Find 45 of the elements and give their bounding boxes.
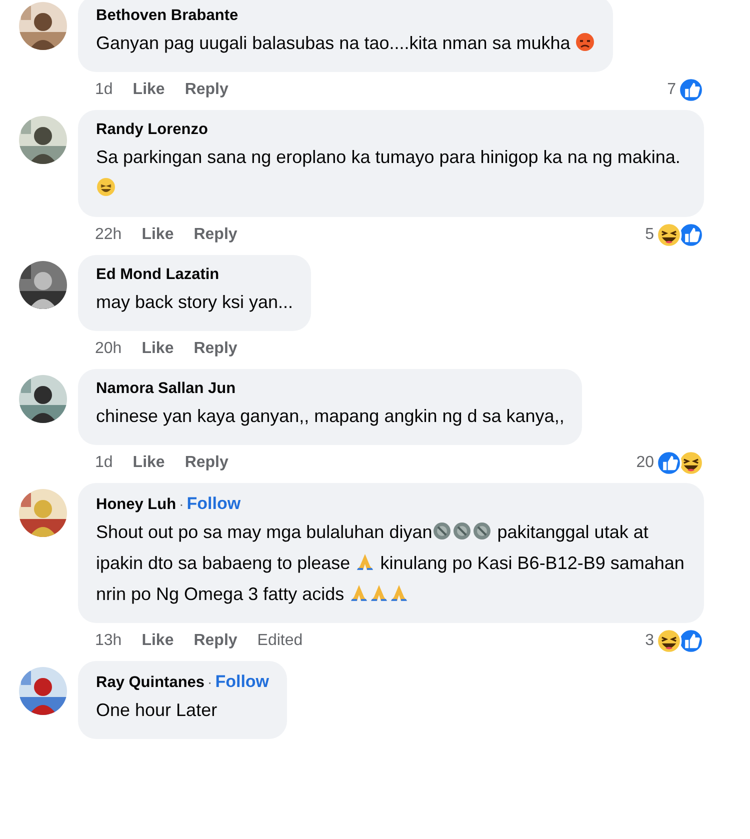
reply-link[interactable]: Reply xyxy=(184,454,228,472)
reply-link[interactable]: Reply xyxy=(194,340,238,358)
comment-text: Shout out po sa may mga bulaluhan diyan pakitanggal utak at ipakin dto sa babaeng to please kinulang po Kasi B6-B12-B9 samahan nrin po Ng Omega 3 fatty acids xyxy=(96,520,686,606)
angry-face-icon xyxy=(575,32,596,52)
thumbs-up-icon xyxy=(678,222,704,248)
author-name[interactable]: Namora Sallan Jun xyxy=(96,380,236,398)
timestamp[interactable]: 13h xyxy=(95,632,122,650)
reaction-count[interactable]: 7 xyxy=(667,80,676,98)
comment-text: Sa parkingan sana ng eroplano ka tumayo para hinigop ka na ng makina. xyxy=(96,142,686,204)
author-name[interactable]: Ray Quintanes xyxy=(96,674,205,692)
separator-dot: · xyxy=(179,496,184,512)
comment-text: may back story ksi yan... xyxy=(96,291,294,314)
like-link[interactable]: Like xyxy=(142,226,174,244)
reaction-count[interactable]: 20 xyxy=(636,454,654,472)
follow-link[interactable]: Follow xyxy=(215,672,270,692)
comment-text: Ganyan pag uugali balasubas na tao....kita nman sa mukha xyxy=(96,28,596,59)
timestamp[interactable]: 1d xyxy=(95,454,113,472)
reply-link[interactable]: Reply xyxy=(194,226,238,244)
laughing-face-icon xyxy=(678,450,704,476)
author-name[interactable]: Bethoven Brabante xyxy=(96,7,238,25)
author-name[interactable]: Honey Luh xyxy=(96,496,176,514)
laughing-face-icon xyxy=(656,222,682,248)
timestamp[interactable]: 22h xyxy=(95,226,122,244)
laughing-face-icon xyxy=(96,177,116,197)
like-link[interactable]: Like xyxy=(142,632,174,650)
separator-dot: · xyxy=(208,674,212,690)
follow-link[interactable]: Follow xyxy=(186,494,241,514)
reaction-count[interactable]: 5 xyxy=(645,226,654,244)
thumbs-up-icon xyxy=(678,628,704,654)
reply-link[interactable]: Reply xyxy=(194,632,238,650)
like-link[interactable]: Like xyxy=(142,340,174,358)
comment-text: One hour Later xyxy=(96,699,218,722)
like-link[interactable]: Like xyxy=(132,80,165,98)
thumbs-up-icon xyxy=(678,76,704,102)
reaction-count[interactable]: 3 xyxy=(645,632,654,650)
timestamp[interactable]: 1d xyxy=(95,80,113,98)
laughing-face-icon xyxy=(656,628,682,654)
author-name[interactable]: Randy Lorenzo xyxy=(96,121,208,139)
timestamp[interactable]: 20h xyxy=(95,340,122,358)
reply-link[interactable]: Reply xyxy=(184,80,228,98)
like-link[interactable]: Like xyxy=(132,454,165,472)
comment-text: chinese yan kaya ganyan,, mapang angkin ng d sa kanya,, xyxy=(96,405,564,428)
thumbs-up-icon xyxy=(656,450,682,476)
author-name[interactable]: Ed Mond Lazatin xyxy=(96,266,220,284)
edited-label: Edited xyxy=(257,632,303,650)
